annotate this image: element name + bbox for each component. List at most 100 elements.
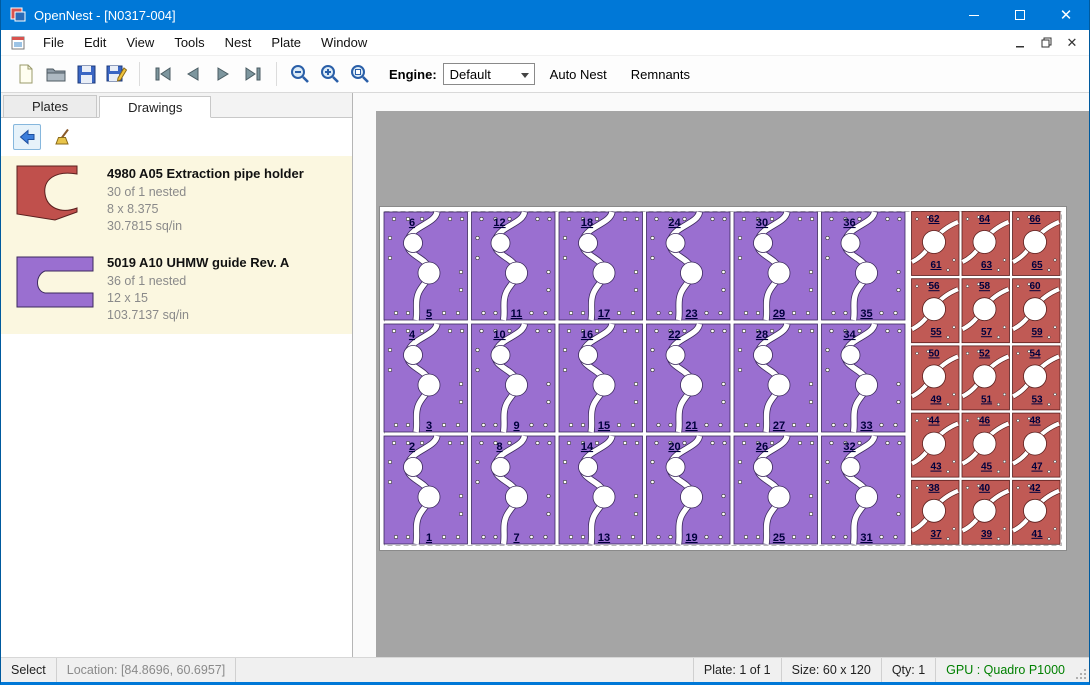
red-pair-cell[interactable]: 6463 <box>962 212 1010 276</box>
plate[interactable]: 6512111817242330293635431091615222128273… <box>379 206 1067 551</box>
purple-pair-cell[interactable]: 87 <box>472 436 556 544</box>
purple-pair-cell[interactable]: 2221 <box>647 324 731 432</box>
part-number: 35 <box>860 308 872 320</box>
purple-pair-cell[interactable]: 65 <box>384 212 468 320</box>
part-number: 41 <box>1031 529 1043 540</box>
drawing-title: 5019 A10 UHMW guide Rev. A <box>107 255 289 270</box>
part-number: 50 <box>928 348 940 359</box>
part-number: 49 <box>930 394 942 405</box>
status-plate: Plate: 1 of 1 <box>693 658 781 682</box>
sidebar: Plates Drawings <box>1 93 353 657</box>
purple-pair-cell[interactable]: 10 9 <box>472 324 556 432</box>
tab-plates[interactable]: Plates <box>3 95 97 117</box>
purple-pair-cell[interactable]: 3433 <box>822 324 906 432</box>
red-pair-cell[interactable]: 5655 <box>912 279 960 343</box>
red-pair-cell[interactable]: 4039 <box>962 480 1010 544</box>
purple-pair-cell[interactable]: 1615 <box>559 324 643 432</box>
content-area: Plates Drawings <box>1 93 1089 657</box>
zoom-out-button[interactable] <box>285 59 315 89</box>
new-button[interactable] <box>11 59 41 89</box>
save-as-button[interactable] <box>101 59 131 89</box>
app-icon <box>10 7 26 23</box>
nest-svg[interactable]: 6512111817242330293635431091615222128273… <box>380 207 1066 550</box>
save-button[interactable] <box>71 59 101 89</box>
drawing-nested: 30 of 1 nested <box>107 184 304 201</box>
red-pair-cell[interactable]: 54 53 <box>1013 346 1061 410</box>
engine-select[interactable]: Default <box>443 63 535 85</box>
red-pair-cell[interactable]: 6059 <box>1013 279 1061 343</box>
purple-pair-cell[interactable]: 3029 <box>734 212 818 320</box>
clear-button[interactable] <box>49 124 77 150</box>
zoom-in-button[interactable] <box>315 59 345 89</box>
red-pair-cell[interactable]: 6261 <box>912 212 960 276</box>
purple-pair-cell[interactable]: 2019 <box>647 436 731 544</box>
last-arrow-icon <box>243 66 263 82</box>
purple-pair-cell[interactable]: 1211 <box>472 212 556 320</box>
menu-plate[interactable]: Plate <box>261 31 311 54</box>
menu-window[interactable]: Window <box>311 31 377 54</box>
mdi-restore-button[interactable] <box>1035 33 1057 53</box>
remnants-button[interactable]: Remnants <box>622 62 699 87</box>
drawing-size: 12 x 15 <box>107 290 289 307</box>
mdi-close-button[interactable]: ✕ <box>1061 33 1083 53</box>
red-pair-cell[interactable]: 4847 <box>1013 413 1061 477</box>
red-pair-cell[interactable]: 4241 <box>1013 480 1061 544</box>
part-number: 18 <box>581 217 593 229</box>
purple-pair-cell[interactable]: 3635 <box>822 212 906 320</box>
part-number: 63 <box>981 260 993 271</box>
status-bar: Select Location: [84.8696, 60.6957] Plat… <box>1 657 1089 682</box>
main-toolbar: Engine: Default Auto Nest Remnants <box>1 56 1089 93</box>
close-button[interactable]: ✕ <box>1043 0 1089 30</box>
nav-prev-button[interactable] <box>178 59 208 89</box>
return-to-plates-button[interactable] <box>13 124 41 150</box>
purple-pair-cell[interactable]: 2827 <box>734 324 818 432</box>
drawing-item-uhmw-guide[interactable]: 5019 A10 UHMW guide Rev. A 36 of 1 neste… <box>1 245 352 334</box>
tab-drawings[interactable]: Drawings <box>99 96 211 118</box>
purple-pair-cell[interactable]: 2625 <box>734 436 818 544</box>
nest-viewport[interactable]: 6512111817242330293635431091615222128273… <box>376 111 1089 657</box>
menu-file[interactable]: File <box>33 31 74 54</box>
purple-pair-cell[interactable]: 43 <box>384 324 468 432</box>
red-pair-cell[interactable]: 3837 <box>912 480 960 544</box>
minimize-icon <box>969 15 979 16</box>
nav-first-button[interactable] <box>148 59 178 89</box>
drawing-item-extraction-pipe-holder[interactable]: 4980 A05 Extraction pipe holder 30 of 1 … <box>1 156 352 245</box>
open-button[interactable] <box>41 59 71 89</box>
red-pair-cell[interactable]: 4645 <box>962 413 1010 477</box>
drawing-list: 4980 A05 Extraction pipe holder 30 of 1 … <box>1 156 352 657</box>
part-number: 33 <box>860 420 872 432</box>
purple-pair-cell[interactable]: 1817 <box>559 212 643 320</box>
sidebar-toolbar <box>1 118 352 156</box>
red-pair-cell[interactable]: 50 49 <box>912 346 960 410</box>
part-number: 62 <box>928 214 940 225</box>
purple-pair-cell[interactable]: 21 <box>384 436 468 544</box>
resize-grip[interactable] <box>1075 658 1089 682</box>
nav-next-button[interactable] <box>208 59 238 89</box>
menu-nest[interactable]: Nest <box>215 31 262 54</box>
part-number: 53 <box>1031 394 1043 405</box>
drawing-size: 8 x 8.375 <box>107 201 304 218</box>
part-number: 3 <box>426 420 432 432</box>
purple-pair-cell[interactable]: 2423 <box>647 212 731 320</box>
nav-last-button[interactable] <box>238 59 268 89</box>
menu-edit[interactable]: Edit <box>74 31 116 54</box>
save-as-icon <box>106 64 127 84</box>
part-number: 9 <box>513 420 519 432</box>
status-mode: Select <box>1 658 57 682</box>
part-number: 54 <box>1029 348 1041 359</box>
menu-view[interactable]: View <box>116 31 164 54</box>
red-pair-cell[interactable]: 5251 <box>962 346 1010 410</box>
red-pair-cell[interactable]: 4443 <box>912 413 960 477</box>
maximize-button[interactable] <box>997 0 1043 30</box>
red-pair-cell[interactable]: 6665 <box>1013 212 1061 276</box>
red-pair-cell[interactable]: 5857 <box>962 279 1010 343</box>
mdi-minimize-button[interactable] <box>1009 33 1031 53</box>
menu-tools[interactable]: Tools <box>164 31 214 54</box>
zoom-fit-button[interactable] <box>345 59 375 89</box>
part-number: 10 <box>493 329 505 341</box>
part-number: 48 <box>1029 416 1041 427</box>
purple-pair-cell[interactable]: 3231 <box>822 436 906 544</box>
auto-nest-button[interactable]: Auto Nest <box>541 62 616 87</box>
minimize-button[interactable] <box>951 0 997 30</box>
purple-pair-cell[interactable]: 1413 <box>559 436 643 544</box>
